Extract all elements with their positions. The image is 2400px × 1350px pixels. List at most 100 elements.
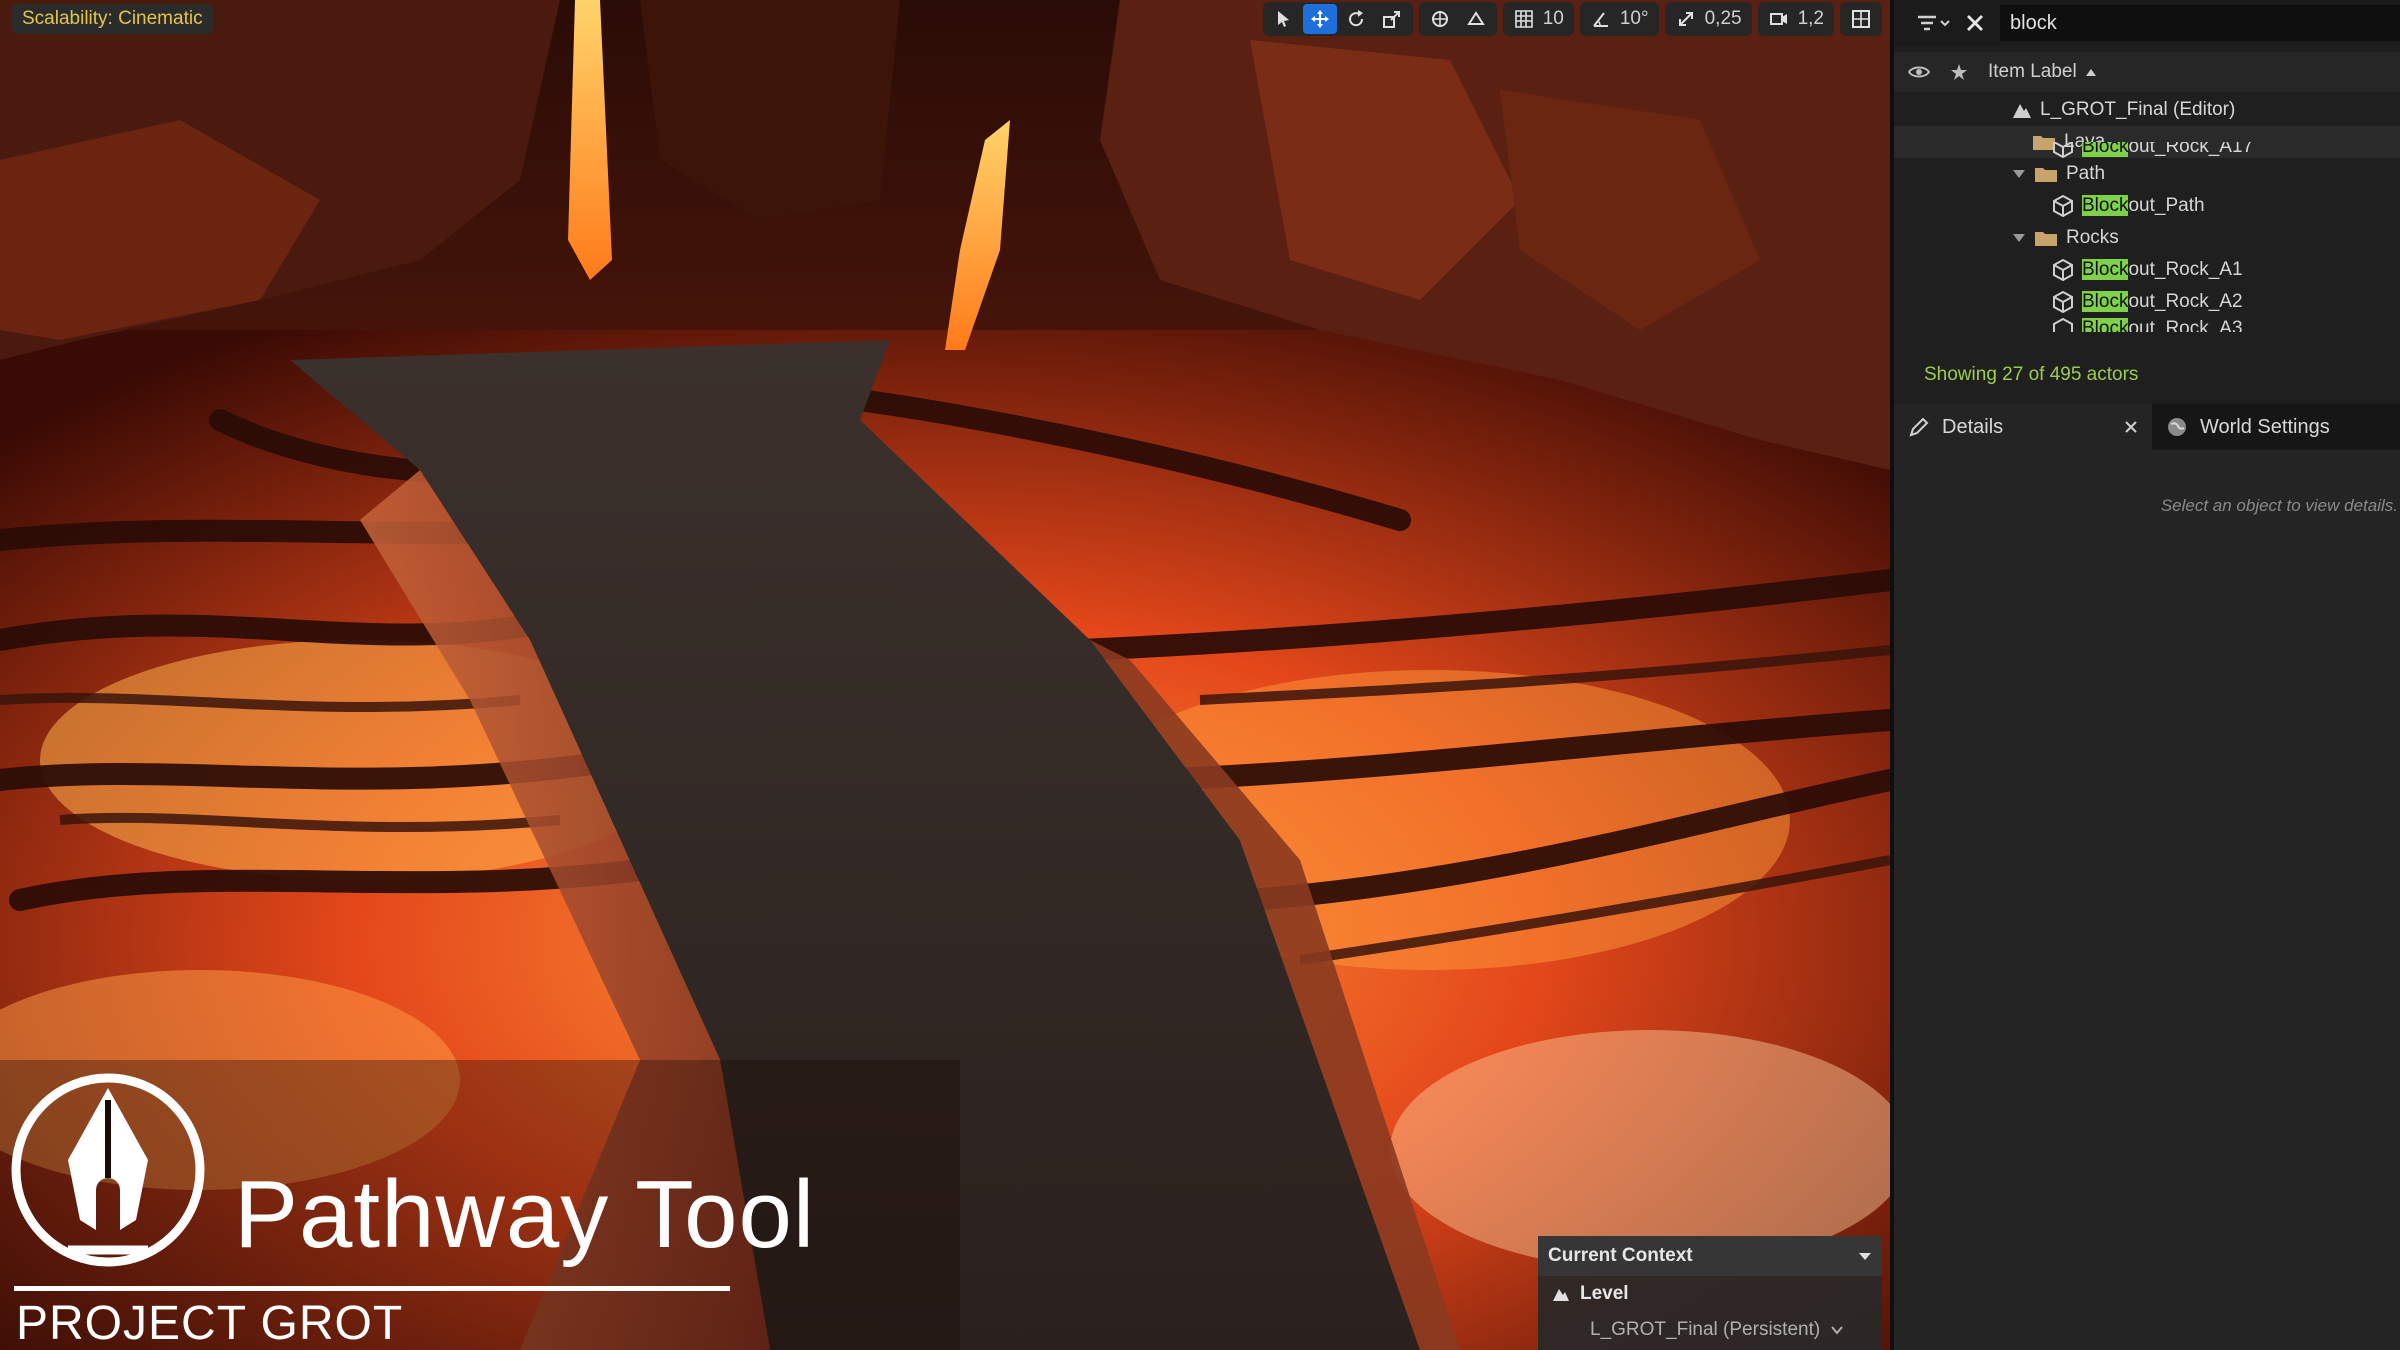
search-match-highlight: Block <box>2082 291 2129 312</box>
layout-icon <box>1851 9 1871 29</box>
tree-item-label-suffix: out_Rock_A1 <box>2128 259 2243 280</box>
search-match-highlight: Block <box>2082 142 2129 157</box>
folder-icon <box>2034 229 2058 247</box>
expand-arrow-icon[interactable] <box>2012 233 2026 243</box>
close-tab-icon[interactable] <box>2124 420 2138 434</box>
tab-details[interactable]: Details <box>1894 404 2152 450</box>
viewport-layout-button[interactable] <box>1844 4 1878 34</box>
tab-world-settings-label: World Settings <box>2200 415 2330 438</box>
scale-tool-button[interactable] <box>1375 4 1409 34</box>
item-label-header: Item Label <box>1988 61 2077 82</box>
context-level-label: Level <box>1580 1283 1629 1304</box>
tree-row-rock-a3[interactable]: Blockout_Rock_A3 <box>1894 318 2400 332</box>
level-icon <box>1552 1286 1570 1302</box>
translate-tool-button[interactable] <box>1302 4 1337 34</box>
transform-tools <box>1262 2 1413 36</box>
select-tool-button[interactable] <box>1267 4 1301 34</box>
camera-speed-value[interactable]: 1,2 <box>1798 8 1830 30</box>
tree-item-label: Rocks <box>2066 227 2119 248</box>
pencil-icon <box>1908 416 1930 438</box>
item-label-column[interactable]: Item Label <box>1988 61 2097 83</box>
scale-snap-icon <box>1676 9 1696 29</box>
scale-snap-button[interactable] <box>1669 4 1703 34</box>
rotate-tool-button[interactable] <box>1339 4 1373 34</box>
layout-group <box>1840 2 1882 36</box>
level-viewport[interactable]: Scalability: Cinematic 10 10° 0,25 1,2 P… <box>0 0 1890 1350</box>
chevron-down-icon <box>1830 1325 1844 1335</box>
context-header[interactable]: Current Context <box>1538 1236 1882 1276</box>
camera-icon <box>1769 9 1789 29</box>
tree-item-label: Path <box>2066 163 2106 184</box>
tree-row-folder-path[interactable]: Path <box>1894 158 2400 190</box>
globe-icon <box>2166 416 2188 438</box>
search-match-highlight: Block <box>2082 195 2129 216</box>
eye-icon[interactable] <box>1908 64 1930 80</box>
expand-arrow-icon[interactable] <box>2012 169 2026 179</box>
world-local-toggle[interactable] <box>1423 4 1457 34</box>
outliner-search-bar <box>1894 0 2400 46</box>
tree-row-blockout-path[interactable]: Blockout_Path <box>1894 190 2400 222</box>
rotation-snap-group[interactable]: 10° <box>1579 2 1659 36</box>
grid-icon <box>1514 9 1534 29</box>
scale-icon <box>1382 9 1402 29</box>
surface-snap-button[interactable] <box>1459 4 1493 34</box>
outliner-tree: L_GROT_Final (Editor) Lava Blockout_Rock… <box>1894 94 2400 350</box>
rotate-icon <box>1346 9 1366 29</box>
context-level-row: Level <box>1538 1276 1882 1312</box>
pen-nib-logo <box>11 1073 205 1267</box>
tree-item-label: L_GROT_Final (Editor) <box>2040 99 2236 120</box>
sort-ascending-icon <box>2085 67 2097 77</box>
tree-row-rock-a17[interactable]: Blockout_Rock_A17 <box>1894 142 2400 158</box>
scale-snap-value[interactable]: 0,25 <box>1705 8 1748 30</box>
tree-item-label-suffix: out_Rock_A3 <box>2128 318 2243 332</box>
static-mesh-icon <box>2052 142 2074 158</box>
search-match-highlight: Block <box>2082 259 2129 280</box>
grid-snap-value[interactable]: 10 <box>1543 8 1570 30</box>
tree-row-folder-rocks[interactable]: Rocks <box>1894 222 2400 254</box>
rotation-snap-value[interactable]: 10° <box>1620 8 1655 30</box>
tree-row-level[interactable]: L_GROT_Final (Editor) <box>1894 94 2400 126</box>
context-header-label: Current Context <box>1548 1245 1693 1266</box>
panel-tab-bar: Details World Settings <box>1894 404 2400 450</box>
filter-icon[interactable] <box>1916 13 1950 33</box>
editor-side-panel: Item Label L_GROT_Final (Editor) Lava Bl… <box>1890 0 2400 1350</box>
cursor-icon <box>1274 9 1294 29</box>
viewport-toolbar: 10 10° 0,25 1,2 <box>1262 2 1882 36</box>
details-panel: Select an object to view details. <box>1894 450 2400 1350</box>
grid-snap-group[interactable]: 10 <box>1502 2 1574 36</box>
dropdown-triangle-icon <box>1858 1251 1872 1261</box>
project-subtitle: PROJECT GROT <box>16 1297 404 1350</box>
rotation-snap-button[interactable] <box>1584 4 1618 34</box>
scalability-badge[interactable]: Scalability: Cinematic <box>12 4 213 34</box>
scale-snap-group[interactable]: 0,25 <box>1664 2 1752 36</box>
tree-item-label: Blockout_Rock_A3 <box>2082 318 2243 332</box>
title-divider <box>14 1286 730 1291</box>
branding-overlay: Pathway Tool PROJECT GROT <box>0 1060 960 1350</box>
outliner-status: Showing 27 of 495 actors <box>1924 364 2139 385</box>
static-mesh-icon <box>2052 291 2074 313</box>
context-level-value: L_GROT_Final (Persistent) <box>1590 1319 1821 1340</box>
context-level-selector[interactable]: L_GROT_Final (Persistent) <box>1538 1312 1882 1348</box>
folder-icon <box>2034 165 2058 183</box>
clear-search-icon[interactable] <box>1964 12 1986 34</box>
angle-icon <box>1591 9 1611 29</box>
tree-item-label: Blockout_Rock_A2 <box>2082 291 2243 313</box>
surface-snap-icon <box>1466 9 1486 29</box>
level-icon <box>2012 101 2032 119</box>
tree-row-rock-a2[interactable]: Blockout_Rock_A2 <box>1894 286 2400 318</box>
tab-details-title: Details <box>1908 416 2003 439</box>
grid-snap-button[interactable] <box>1507 4 1541 34</box>
tree-row-rock-a1[interactable]: Blockout_Rock_A1 <box>1894 254 2400 286</box>
tab-world-settings[interactable]: World Settings <box>2152 404 2344 450</box>
tree-item-label-suffix: out_Rock_A17 <box>2128 142 2254 157</box>
star-icon[interactable] <box>1950 63 1968 81</box>
camera-speed-group[interactable]: 1,2 <box>1757 2 1834 36</box>
tree-item-label: Blockout_Rock_A17 <box>2082 142 2253 158</box>
outliner-search-input[interactable] <box>2000 5 2400 41</box>
static-mesh-icon <box>2052 318 2074 332</box>
static-mesh-icon <box>2052 195 2074 217</box>
coordinate-tools <box>1418 2 1497 36</box>
globe-icon <box>1430 9 1450 29</box>
details-empty-hint: Select an object to view details. <box>2160 496 2398 515</box>
camera-speed-button[interactable] <box>1762 4 1796 34</box>
